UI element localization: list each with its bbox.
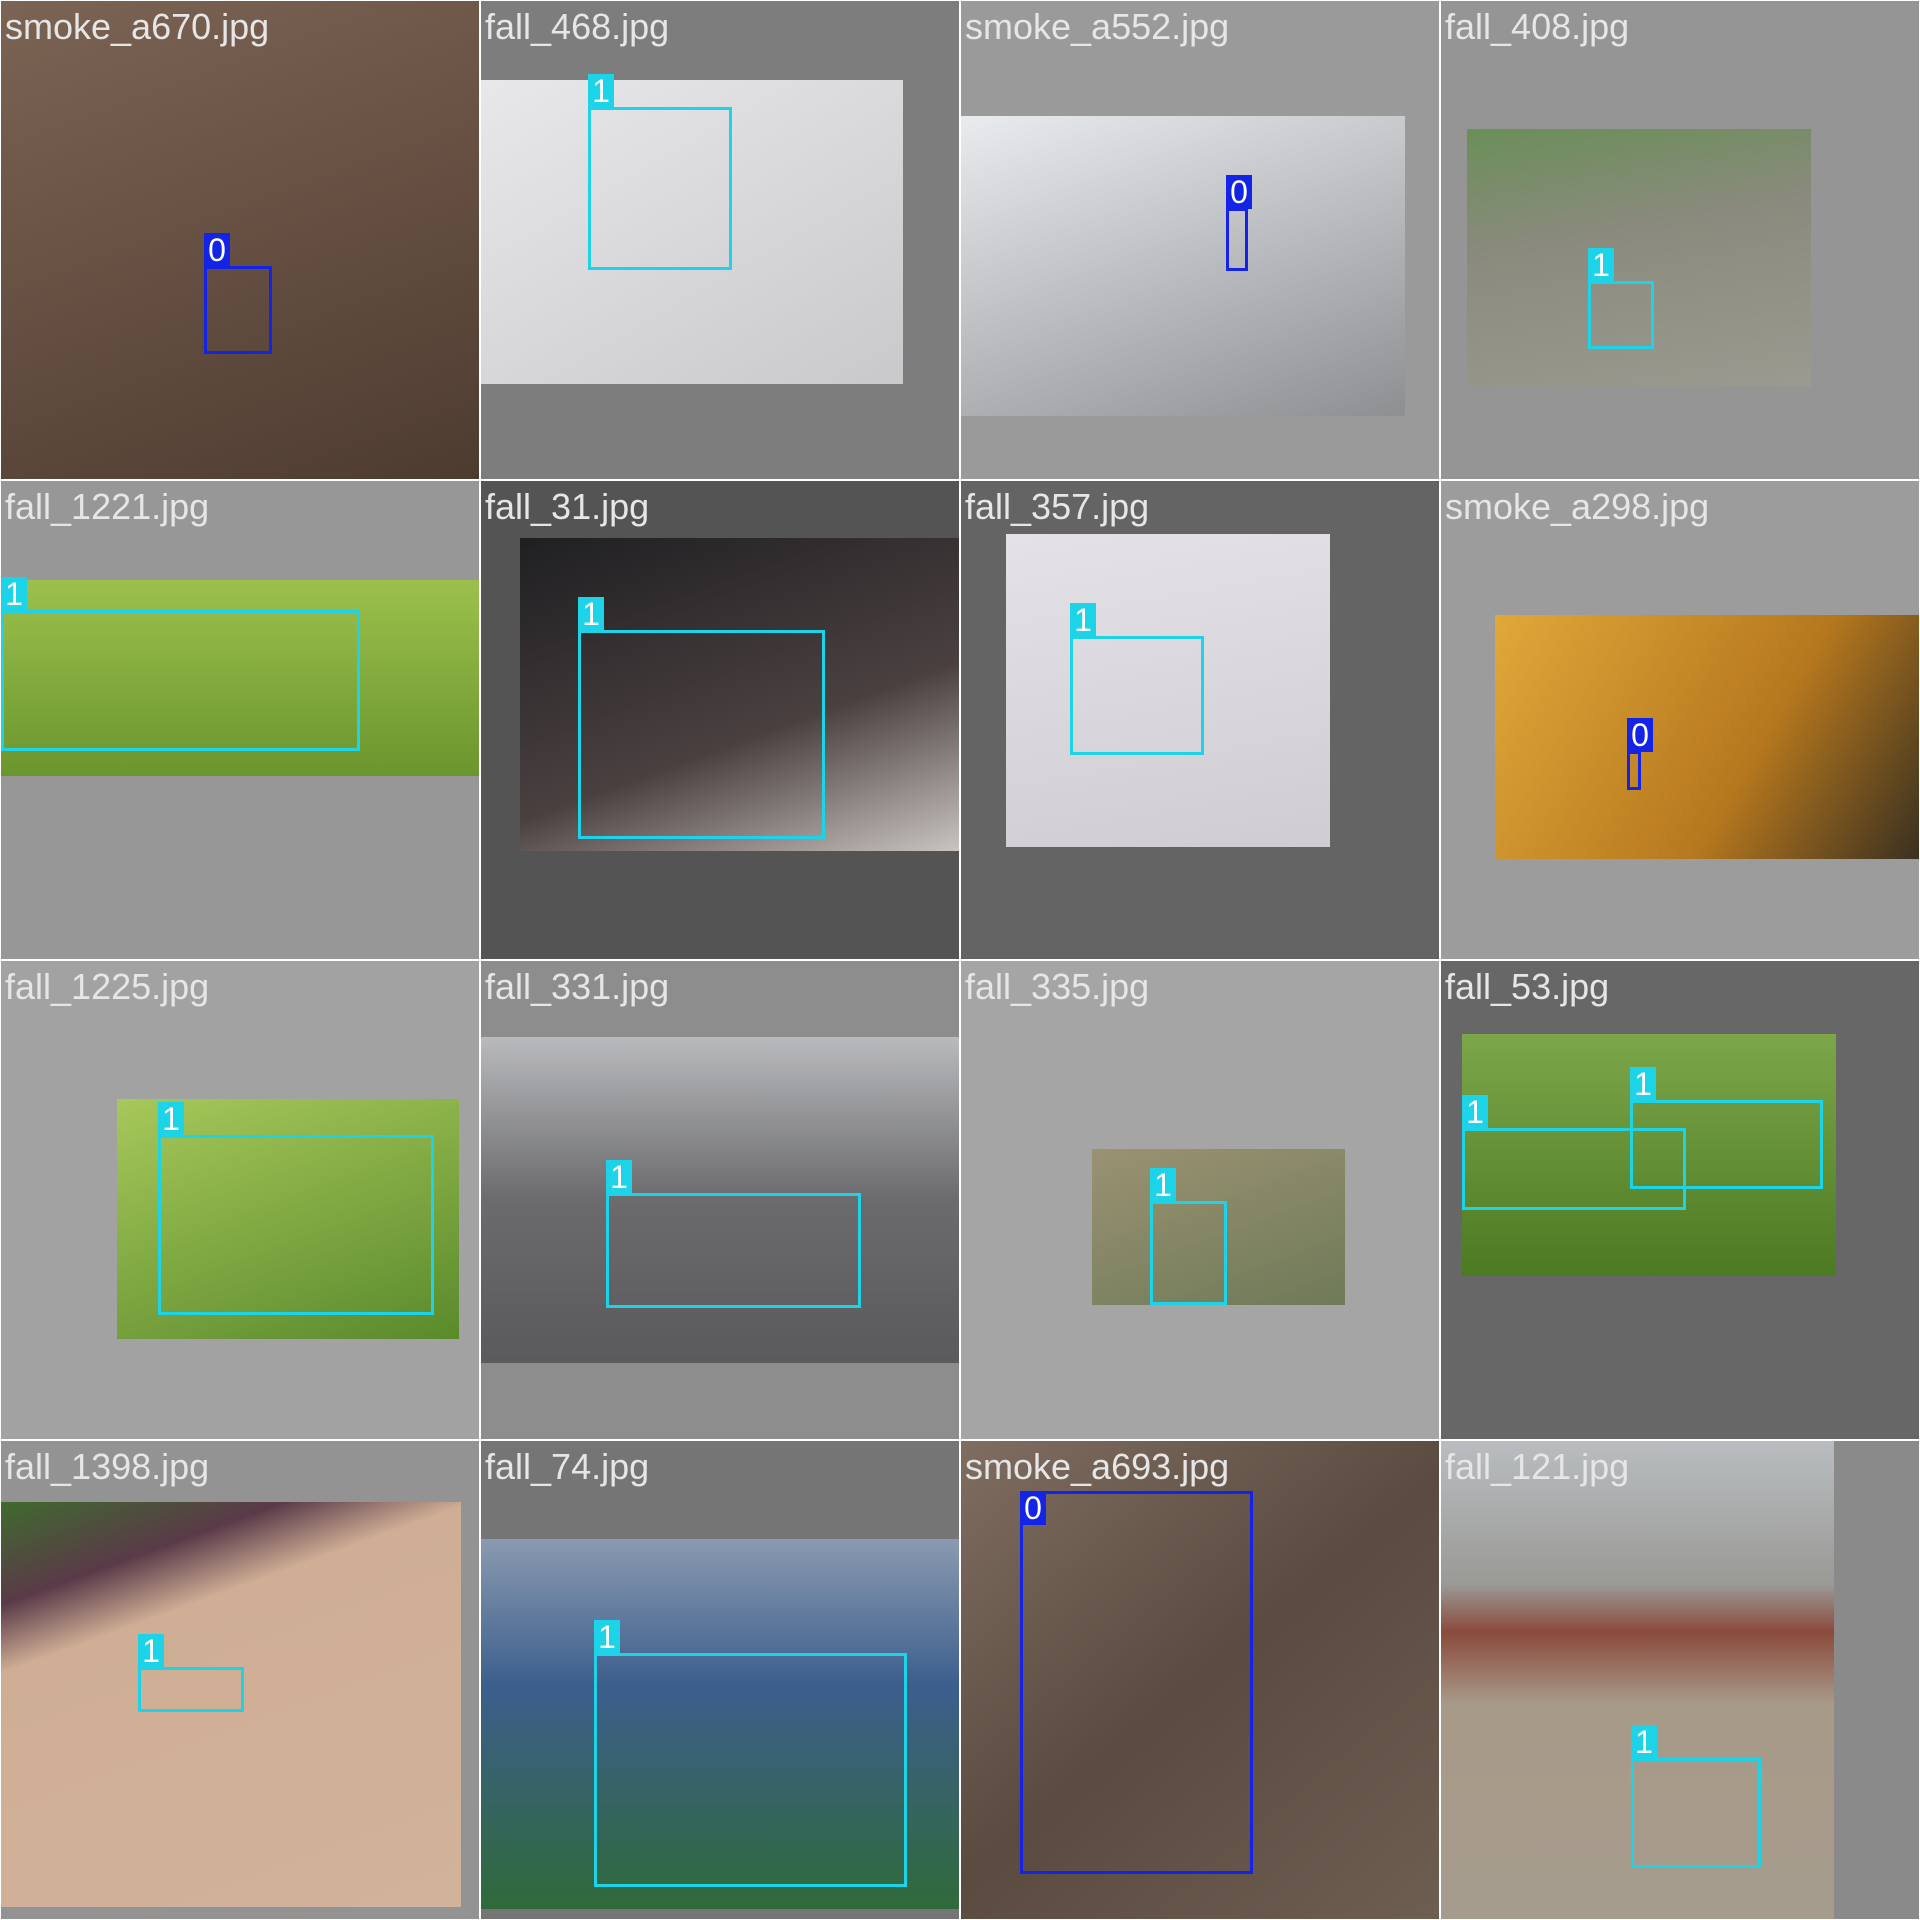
image-filename: smoke_a298.jpg [1445, 486, 1710, 527]
image-filename: fall_1225.jpg [5, 966, 210, 1007]
image-filename: fall_53.jpg [1445, 966, 1610, 1007]
result-tile: smoke_a552.jpg 0 [961, 1, 1439, 479]
class-label: 1 [1630, 1067, 1656, 1101]
detection-box: 1 [588, 74, 732, 270]
class-label: 1 [1150, 1168, 1176, 1202]
image-filename: fall_31.jpg [485, 486, 650, 527]
result-tile: fall_331.jpg 1 [481, 961, 959, 1439]
result-tile: fall_468.jpg 1 [481, 1, 959, 479]
detection-box: 0 [1020, 1491, 1253, 1874]
class-label: 1 [606, 1160, 632, 1194]
image-filename: fall_335.jpg [965, 966, 1150, 1007]
image-filename: fall_1398.jpg [5, 1446, 210, 1487]
result-tile: fall_1398.jpg 1 [1, 1441, 479, 1919]
result-tile: fall_1221.jpg 1 [1, 481, 479, 959]
image-filename: smoke_a693.jpg [965, 1446, 1230, 1487]
class-label: 0 [1020, 1491, 1046, 1525]
class-label: 0 [1627, 718, 1653, 752]
class-label: 1 [138, 1634, 164, 1668]
class-label: 1 [1631, 1725, 1657, 1759]
detection-box: 1 [138, 1634, 244, 1712]
detection-box: 1 [1, 577, 360, 751]
detection-box: 1 [158, 1102, 434, 1315]
photo [961, 116, 1405, 416]
class-label: 1 [1588, 248, 1614, 282]
image-filename: fall_468.jpg [485, 6, 670, 47]
detection-box: 1 [1631, 1725, 1761, 1868]
result-tile: fall_408.jpg 1 [1441, 1, 1919, 479]
image-filename: smoke_a670.jpg [5, 6, 270, 47]
detection-box: 1 [1070, 603, 1204, 755]
class-label: 1 [578, 597, 604, 631]
photo [1, 1, 479, 479]
image-filename: fall_121.jpg [1445, 1446, 1630, 1487]
class-label: 1 [588, 74, 614, 108]
detection-box: 1 [1150, 1168, 1227, 1305]
image-filename: fall_1221.jpg [5, 486, 210, 527]
result-tile: fall_74.jpg 1 [481, 1441, 959, 1919]
class-label: 0 [1226, 175, 1252, 209]
image-filename: fall_408.jpg [1445, 6, 1630, 47]
image-filename: fall_74.jpg [485, 1446, 650, 1487]
detection-box: 1 [594, 1620, 907, 1887]
result-tile: fall_335.jpg 1 [961, 961, 1439, 1439]
class-label: 1 [1462, 1095, 1488, 1129]
result-tile: fall_53.jpg 1 1 [1441, 961, 1919, 1439]
class-label: 1 [158, 1102, 184, 1136]
detection-box: 1 [1588, 248, 1654, 349]
class-label: 1 [594, 1620, 620, 1654]
class-label: 1 [1070, 603, 1096, 637]
photo [1495, 615, 1919, 859]
image-filename: fall_357.jpg [965, 486, 1150, 527]
result-tile: fall_31.jpg 1 [481, 481, 959, 959]
detection-box: 0 [1226, 175, 1252, 271]
result-tile: smoke_a298.jpg 0 [1441, 481, 1919, 959]
result-tile: fall_121.jpg 1 [1441, 1441, 1919, 1919]
detection-box: 1 [606, 1160, 861, 1308]
image-filename: smoke_a552.jpg [965, 6, 1230, 47]
detection-results-grid: smoke_a670.jpg 0 fall_468.jpg 1 smoke_a5… [0, 0, 1920, 1920]
detection-box: 1 [578, 597, 825, 839]
detection-box: 1 [1630, 1067, 1823, 1189]
detection-box: 0 [1627, 718, 1653, 790]
result-tile: fall_357.jpg 1 [961, 481, 1439, 959]
result-tile: smoke_a693.jpg 0 [961, 1441, 1439, 1919]
detection-box: 0 [204, 233, 272, 354]
class-label: 0 [204, 233, 230, 267]
class-label: 1 [1, 577, 27, 611]
image-filename: fall_331.jpg [485, 966, 670, 1007]
result-tile: fall_1225.jpg 1 [1, 961, 479, 1439]
result-tile: smoke_a670.jpg 0 [1, 1, 479, 479]
